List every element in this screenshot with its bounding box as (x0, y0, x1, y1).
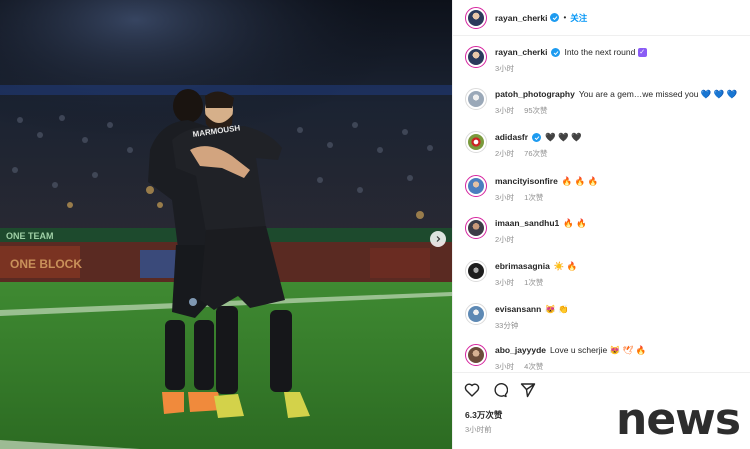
comment-emoji: 😻 👏 (545, 304, 569, 314)
commenter-username[interactable]: ebrimasagnia (495, 261, 550, 271)
follow-button[interactable]: 关注 (570, 12, 587, 24)
commenter-avatar[interactable] (465, 131, 487, 153)
comment-item: imaan_sandhu1 🔥 🔥 2小时 (465, 217, 745, 245)
likes-total[interactable]: 6.3万次赞 (465, 409, 502, 421)
verified-badge-icon (550, 13, 560, 22)
comment-item: abo_jayyyde Love u scherjie 😻 🕊 🔥 3小时 4次赞 (465, 344, 745, 372)
caption-text: Into the next round (564, 47, 636, 57)
comment-text: You are a gem…we missed you (578, 89, 699, 99)
comment-emoji: 🔥 🔥 🔥 (561, 176, 599, 186)
comment-item: mancityisonfire 🔥 🔥 🔥 3小时 1次赞 (465, 175, 745, 203)
commenter-username[interactable]: imaan_sandhu1 (495, 218, 559, 228)
heart-icon[interactable] (464, 382, 480, 398)
news-watermark: news (616, 394, 741, 445)
comment-item: adidasfr 🖤 🖤 🖤 2小时 76次赞 (465, 131, 745, 159)
comment-time: 3小时 (495, 193, 515, 202)
carousel-next-button[interactable] (430, 231, 446, 247)
comment-time: 2小时 (495, 235, 515, 244)
comment-emoji: 😻 🕊 🔥 (609, 345, 647, 355)
share-icon[interactable] (520, 382, 536, 398)
post-side-panel: rayan_cherki • 关注 rayan_cherki Into the n… (452, 0, 750, 449)
caption-row: rayan_cherki Into the next round ✓ 3小时 (465, 46, 745, 74)
verified-badge-icon (551, 48, 561, 58)
comment-likes[interactable]: 4次赞 (524, 361, 543, 372)
commenter-username[interactable]: abo_jayyyde (495, 345, 546, 355)
comment-item: evisansann 😻 👏 33分钟 (465, 303, 745, 331)
comment-item: ebrimasagnia ☀️ 🔥 3小时 1次赞 (465, 260, 745, 288)
post-age: 3小时前 (465, 425, 492, 434)
commenter-avatar[interactable] (465, 260, 487, 282)
post-header: rayan_cherki • 关注 (453, 0, 750, 36)
checkbox-emoji-icon: ✓ (637, 48, 647, 58)
caption-time: 3小时 (495, 64, 515, 73)
comment-item: patoh_photography You are a gem…we missed… (465, 88, 745, 116)
comment-icon[interactable] (492, 382, 509, 398)
comment-time: 3小时 (495, 278, 515, 287)
commenter-avatar[interactable] (465, 175, 487, 197)
commenter-username[interactable]: patoh_photography (495, 89, 575, 99)
caption-username[interactable]: rayan_cherki (495, 47, 547, 57)
comment-emoji: 🖤 🖤 🖤 (545, 132, 582, 142)
comment-likes[interactable]: 76次赞 (524, 148, 547, 159)
match-photo-illustration: ONE TEAM ONE BLOCK MARMOUSH (0, 0, 452, 449)
board-text-2: ONE BLOCK (10, 257, 82, 271)
comment-likes[interactable]: 1次赞 (524, 192, 543, 203)
commenter-avatar[interactable] (465, 344, 487, 366)
commenter-avatar[interactable] (465, 217, 487, 239)
commenter-username[interactable]: mancityisonfire (495, 176, 558, 186)
comment-text: Love u scherjie (550, 345, 608, 355)
author-avatar[interactable] (465, 6, 487, 29)
comment-time: 33分钟 (495, 321, 519, 330)
commenter-username[interactable]: evisansann (495, 304, 541, 314)
caption-avatar[interactable] (465, 46, 487, 68)
commenter-username[interactable]: adidasfr (495, 132, 528, 142)
verified-badge-icon (532, 133, 542, 143)
chevron-right-icon (436, 236, 441, 242)
post-photo[interactable]: ONE TEAM ONE BLOCK MARMOUSH (0, 0, 452, 449)
board-text: ONE TEAM (6, 231, 54, 241)
comment-likes[interactable]: 1次赞 (524, 277, 543, 288)
header-separator: • (563, 13, 567, 22)
comment-emoji: 🔥 🔥 (563, 218, 587, 228)
comment-emoji: 💙 💙 💙 (700, 89, 738, 99)
commenter-avatar[interactable] (465, 303, 487, 325)
comment-emoji: ☀️ 🔥 (553, 261, 578, 271)
comment-time: 3小时 (495, 106, 515, 115)
comment-time: 3小时 (495, 362, 515, 371)
comment-likes[interactable]: 95次赞 (524, 105, 547, 116)
commenter-avatar[interactable] (465, 88, 487, 110)
comment-time: 2小时 (495, 149, 515, 158)
author-username[interactable]: rayan_cherki (495, 13, 547, 23)
